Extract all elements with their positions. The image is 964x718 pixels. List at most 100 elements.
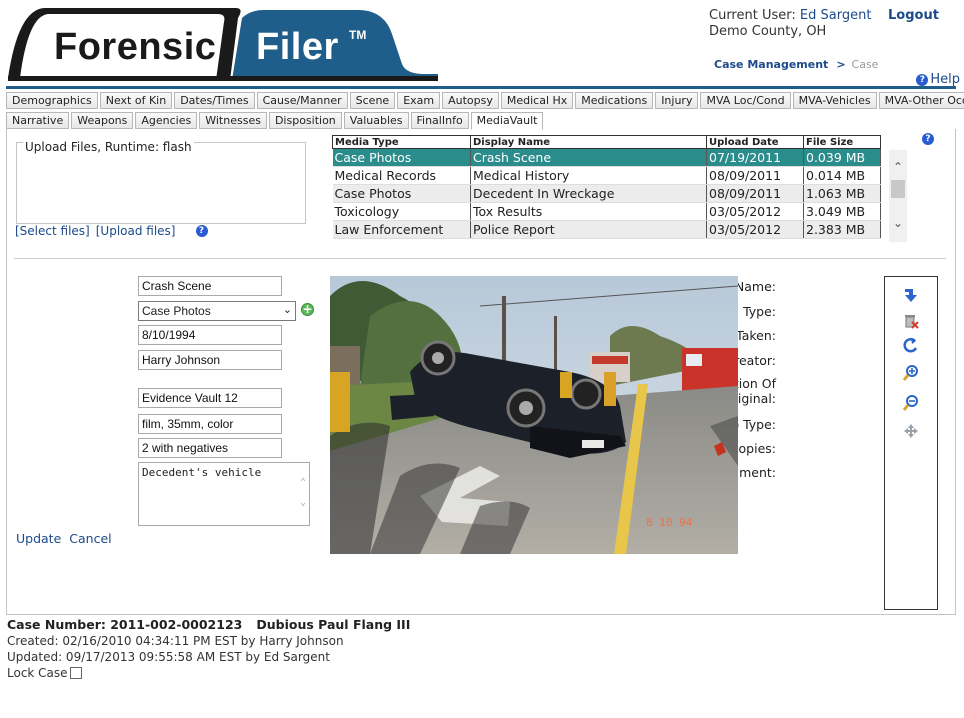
lock-case-checkbox[interactable] — [69, 667, 82, 679]
tab-medical-hx[interactable]: Medical Hx — [500, 92, 574, 109]
cell-upload-date: 07/19/2011 — [706, 148, 804, 167]
cancel-link[interactable]: Cancel — [69, 531, 111, 546]
col-display-name[interactable]: Display Name — [470, 135, 707, 149]
table-row[interactable]: Case Photos Decedent In Wreckage 08/09/2… — [332, 184, 881, 203]
tab-weapons[interactable]: Weapons — [71, 112, 134, 129]
upload-help-icon[interactable]: ? — [195, 225, 208, 237]
tab-disposition[interactable]: Disposition — [268, 112, 342, 129]
tab-next-of-kin[interactable]: Next of Kin — [99, 92, 173, 109]
media-table-header: Media Type Display Name Upload Date File… — [332, 135, 881, 149]
tab-dates-times[interactable]: Dates/Times — [174, 92, 255, 109]
move-icon[interactable] — [901, 421, 921, 441]
zoom-in-icon[interactable] — [901, 363, 921, 383]
scroll-down-icon[interactable]: ⌄ — [889, 214, 907, 232]
logo-trademark: TM — [349, 28, 367, 42]
breadcrumb-separator: > — [836, 58, 846, 71]
date-taken-input[interactable]: 8/10/1994 — [138, 325, 282, 345]
media-type-select[interactable]: Case Photos ⌄ — [138, 301, 296, 321]
case-footer: Case Number: 2011-002-0002123 Dubious Pau… — [7, 617, 410, 681]
cell-file-size: 2.383 MB — [803, 220, 881, 239]
download-arrow-icon[interactable] — [901, 285, 921, 305]
cell-display-name: Police Report — [470, 220, 707, 239]
tab-mva-loc-cond[interactable]: MVA Loc/Cond — [700, 92, 791, 109]
breadcrumb-case-management[interactable]: Case Management — [714, 58, 828, 71]
updated-info: Updated: 09/17/2013 09:55:58 AM EST by E… — [7, 650, 330, 664]
copies-input[interactable]: 2 with negatives — [138, 438, 282, 458]
select-files-link[interactable]: [Select files] — [15, 224, 90, 238]
scroll-up-icon[interactable]: ⌃ — [889, 158, 907, 176]
rotate-icon[interactable] — [901, 335, 921, 355]
textarea-scroll-down-icon[interactable]: ⌄ — [300, 497, 306, 508]
crash-scene-image: 8 10 94 — [330, 276, 738, 554]
delete-icon[interactable] — [901, 311, 921, 331]
logout-link[interactable]: Logout — [888, 8, 939, 23]
table-row[interactable]: Medical Records Medical History 08/09/20… — [332, 166, 881, 185]
tab-mva-vehicles[interactable]: MVA-Vehicles — [792, 92, 877, 109]
lock-case-label: Lock Case — [7, 666, 68, 680]
tab-cause-manner[interactable]: Cause/Manner — [256, 92, 348, 109]
cell-media-type: Toxicology — [332, 202, 471, 221]
location-input[interactable]: Evidence Vault 12 — [138, 388, 282, 408]
media-table-scrollbar[interactable]: ⌃ ⌄ — [889, 150, 907, 242]
upload-dropzone[interactable]: Upload Files, Runtime: flash — [16, 140, 306, 224]
cell-media-type: Medical Records — [332, 166, 471, 185]
help-link[interactable]: ? Help — [916, 72, 960, 87]
tab-scene[interactable]: Scene — [349, 92, 396, 109]
upload-label: Upload Files, Runtime: flash — [23, 140, 194, 154]
tab-exam[interactable]: Exam — [397, 92, 441, 109]
scroll-thumb[interactable] — [891, 180, 905, 198]
logo-word-forensic: Forensic — [54, 26, 217, 68]
upload-files-link[interactable]: [Upload files] — [96, 224, 176, 238]
col-media-type[interactable]: Media Type — [332, 135, 471, 149]
textarea-scroll-up-icon[interactable]: ⌃ — [300, 477, 306, 488]
help-label: Help — [930, 72, 960, 87]
tab-injury[interactable]: Injury — [655, 92, 699, 109]
current-user-label: Current User: — [709, 8, 796, 23]
cell-display-name: Decedent In Wreckage — [470, 184, 707, 203]
cell-upload-date: 08/09/2011 — [706, 166, 804, 185]
update-link[interactable]: Update — [16, 531, 61, 546]
tab-mediavault[interactable]: MediaVault — [470, 112, 544, 130]
cell-upload-date: 08/09/2011 — [706, 184, 804, 203]
case-number: Case Number: 2011-002-0002123 — [7, 617, 243, 632]
tab-valuables[interactable]: Valuables — [343, 112, 409, 129]
table-row[interactable]: Law Enforcement Police Report 03/05/2012… — [332, 220, 881, 239]
case-summary: Case Number: 2011-002-0002123 Dubious Pau… — [7, 617, 410, 633]
breadcrumb-case: Case — [851, 58, 879, 71]
forensic-filer-logo: Forensic Filer TM — [6, 4, 438, 82]
cell-display-name: Crash Scene — [470, 148, 707, 167]
add-media-type-icon[interactable]: + — [301, 303, 314, 316]
form-actions: Update Cancel — [16, 531, 112, 546]
tab-agencies[interactable]: Agencies — [135, 112, 198, 129]
col-upload-date[interactable]: Upload Date — [706, 135, 804, 149]
tab-mva-other-occs[interactable]: MVA-Other Occs — [878, 92, 964, 109]
comment-textarea[interactable]: Decedent's vehicle ⌃ ⌄ — [138, 462, 310, 526]
cell-display-name: Tox Results — [470, 202, 707, 221]
tab-witnesses[interactable]: Witnesses — [199, 112, 267, 129]
friendly-name-input[interactable]: Crash Scene — [138, 276, 282, 296]
tab-narrative[interactable]: Narrative — [6, 112, 70, 129]
cell-display-name: Medical History — [470, 166, 707, 185]
photo-type-input[interactable]: film, 35mm, color — [138, 414, 282, 434]
cell-file-size: 1.063 MB — [803, 184, 881, 203]
tab-medications[interactable]: Medications — [575, 92, 654, 109]
comment-value: Decedent's vehicle — [142, 466, 262, 479]
cell-upload-date: 03/05/2012 — [706, 202, 804, 221]
table-row[interactable]: Case Photos Crash Scene 07/19/2011 0.039… — [332, 148, 881, 167]
cell-file-size: 0.039 MB — [803, 148, 881, 167]
media-toolbar — [884, 276, 938, 610]
media-preview-photo: 8 10 94 — [330, 276, 738, 554]
tab-autopsy[interactable]: Autopsy — [442, 92, 499, 109]
col-file-size[interactable]: File Size — [803, 135, 881, 149]
table-row[interactable]: Toxicology Tox Results 03/05/2012 3.049 … — [332, 202, 881, 221]
cell-file-size: 3.049 MB — [803, 202, 881, 221]
zoom-out-icon[interactable] — [901, 393, 921, 413]
media-help-icon[interactable]: ? — [922, 133, 934, 145]
chevron-down-icon: ⌄ — [282, 304, 292, 316]
tab-finalinfo[interactable]: FinalInfo — [410, 112, 469, 129]
tab-demographics[interactable]: Demographics — [6, 92, 98, 109]
breadcrumb: Case Management > Case — [714, 58, 878, 71]
county-label: Demo County, OH — [709, 24, 827, 39]
author-input[interactable]: Harry Johnson — [138, 350, 282, 370]
current-user-name[interactable]: Ed Sargent — [800, 8, 872, 23]
